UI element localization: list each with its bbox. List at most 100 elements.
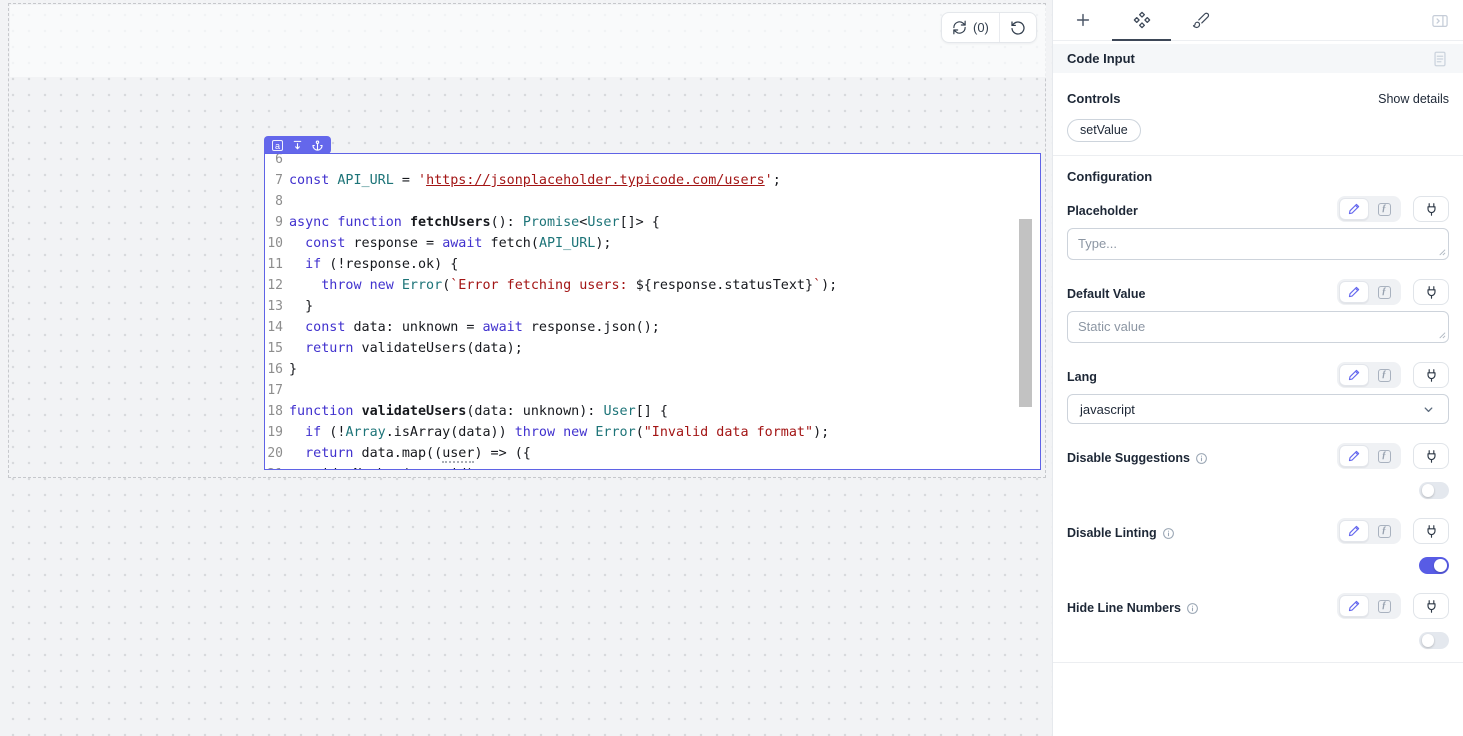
- property-control: javascript: [1067, 394, 1449, 424]
- line-number: 9: [265, 212, 283, 233]
- static-value-mode-button[interactable]: [1339, 445, 1369, 467]
- tab-styles[interactable]: [1171, 0, 1230, 40]
- widget-name-icon[interactable]: a: [272, 140, 283, 151]
- bind-data-plug-button[interactable]: [1413, 279, 1449, 305]
- fx-icon: ƒ: [1378, 525, 1391, 538]
- value-mode-segmented-control: ƒ: [1337, 279, 1401, 305]
- line-number: 18: [265, 401, 283, 422]
- code-line[interactable]: 15 return validateUsers(data);: [265, 338, 1040, 359]
- toggle-knob: [1422, 484, 1435, 497]
- static-value-mode-button[interactable]: [1339, 520, 1369, 542]
- resize-handle-icon[interactable]: [1437, 330, 1446, 339]
- property-label-text: Hide Line Numbers: [1067, 601, 1181, 615]
- editor-scrollbar-thumb[interactable]: [1019, 219, 1032, 407]
- control-action-chip[interactable]: setValue: [1067, 119, 1141, 142]
- info-icon[interactable]: [1195, 452, 1208, 465]
- tab-properties[interactable]: [1112, 0, 1171, 40]
- property-toggle[interactable]: [1419, 632, 1449, 649]
- text-input-wrapper: [1067, 311, 1449, 343]
- code-line[interactable]: 11 if (!response.ok) {: [265, 254, 1040, 275]
- widget-title-bar: Code Input: [1053, 44, 1463, 73]
- code-line[interactable]: 17: [265, 380, 1040, 401]
- tab-add-components[interactable]: [1053, 0, 1112, 40]
- code-line[interactable]: 7const API_URL = 'https://jsonplaceholde…: [265, 170, 1040, 191]
- fx-dynamic-value-mode-button[interactable]: ƒ: [1369, 595, 1399, 617]
- property-toggle[interactable]: [1419, 482, 1449, 499]
- code-line[interactable]: 18function validateUsers(data: unknown):…: [265, 401, 1040, 422]
- property-text-input[interactable]: [1067, 228, 1449, 260]
- selected-widget-toolbar[interactable]: a: [264, 136, 331, 154]
- section-divider: [1053, 155, 1463, 156]
- property-panel: Code Input Controls Show details setValu…: [1052, 0, 1463, 736]
- code-input-widget[interactable]: 67const API_URL = 'https://jsonplacehold…: [264, 153, 1041, 470]
- toggle-knob: [1422, 634, 1435, 647]
- code-line[interactable]: 10 const response = await fetch(API_URL)…: [265, 233, 1040, 254]
- refresh-count: (0): [973, 20, 989, 35]
- property-header: Disable Suggestions ƒ: [1067, 443, 1449, 469]
- panel-tabs: [1053, 0, 1463, 41]
- bind-data-plug-button[interactable]: [1413, 443, 1449, 469]
- configuration-properties: Placeholder ƒ: [1067, 196, 1449, 649]
- anchor-icon[interactable]: [312, 140, 323, 151]
- code-line[interactable]: 6: [265, 154, 1040, 170]
- property-value-controls: ƒ: [1337, 593, 1449, 619]
- code-line[interactable]: 20 return data.map((user) => ({: [265, 443, 1040, 464]
- info-icon[interactable]: [1162, 527, 1175, 540]
- code-line-text: return validateUsers(data);: [283, 338, 523, 359]
- code-line-text: function validateUsers(data: unknown): U…: [283, 401, 668, 422]
- app-canvas[interactable]: (0) a 67const API_URL = 'https://jsonpla…: [0, 0, 1052, 736]
- fx-dynamic-value-mode-button[interactable]: ƒ: [1369, 198, 1399, 220]
- info-icon[interactable]: [1186, 602, 1199, 615]
- fx-dynamic-value-mode-button[interactable]: ƒ: [1369, 281, 1399, 303]
- static-value-mode-button[interactable]: [1339, 281, 1369, 303]
- plug-icon: [1423, 448, 1440, 465]
- code-line[interactable]: 19 if (!Array.isArray(data)) throw new E…: [265, 422, 1040, 443]
- property-select[interactable]: javascript: [1067, 394, 1449, 424]
- refresh-queries-button[interactable]: (0): [942, 13, 999, 42]
- paintbrush-icon: [1192, 11, 1210, 29]
- canvas-top-section: [10, 5, 1046, 77]
- code-line[interactable]: 16}: [265, 359, 1040, 380]
- property-label-text: Disable Suggestions: [1067, 451, 1190, 465]
- insert-below-icon[interactable]: [292, 140, 303, 151]
- show-details-link[interactable]: Show details: [1378, 92, 1449, 106]
- static-value-mode-button[interactable]: [1339, 595, 1369, 617]
- controls-heading: Controls: [1067, 91, 1120, 106]
- control-action-chips: setValue: [1067, 119, 1449, 142]
- collapse-panel-button[interactable]: [1429, 10, 1451, 32]
- code-line-text: [283, 191, 289, 212]
- code-line[interactable]: 13 }: [265, 296, 1040, 317]
- bind-data-plug-button[interactable]: [1413, 196, 1449, 222]
- bind-data-plug-button[interactable]: [1413, 362, 1449, 388]
- property-toggle[interactable]: [1419, 557, 1449, 574]
- fx-dynamic-value-mode-button[interactable]: ƒ: [1369, 445, 1399, 467]
- property-row: Placeholder ƒ: [1067, 196, 1449, 260]
- line-number: 14: [265, 317, 283, 338]
- plug-icon: [1423, 367, 1440, 384]
- property-label-text: Default Value: [1067, 287, 1146, 301]
- property-value-controls: ƒ: [1337, 518, 1449, 544]
- history-button[interactable]: [1000, 13, 1036, 42]
- docs-icon[interactable]: [1431, 50, 1449, 68]
- chevron-down-icon: [1421, 402, 1436, 417]
- resize-handle-icon[interactable]: [1437, 247, 1446, 256]
- static-value-mode-button[interactable]: [1339, 364, 1369, 386]
- line-number: 11: [265, 254, 283, 275]
- code-line[interactable]: 9async function fetchUsers(): Promise<Us…: [265, 212, 1040, 233]
- static-value-mode-button[interactable]: [1339, 198, 1369, 220]
- fx-dynamic-value-mode-button[interactable]: ƒ: [1369, 520, 1399, 542]
- pencil-icon: [1347, 599, 1361, 613]
- code-line[interactable]: 12 throw new Error(`Error fetching users…: [265, 275, 1040, 296]
- line-number: 7: [265, 170, 283, 191]
- property-label: Lang: [1067, 370, 1097, 384]
- code-line[interactable]: 8: [265, 191, 1040, 212]
- property-text-input[interactable]: [1067, 311, 1449, 343]
- bind-data-plug-button[interactable]: [1413, 518, 1449, 544]
- code-line-text: }: [283, 359, 297, 380]
- bind-data-plug-button[interactable]: [1413, 593, 1449, 619]
- code-editor[interactable]: 67const API_URL = 'https://jsonplacehold…: [265, 154, 1040, 469]
- code-line-text: }: [283, 296, 313, 317]
- fx-dynamic-value-mode-button[interactable]: ƒ: [1369, 364, 1399, 386]
- code-line[interactable]: 21 id: Number(user.id),: [265, 464, 1040, 469]
- code-line[interactable]: 14 const data: unknown = await response.…: [265, 317, 1040, 338]
